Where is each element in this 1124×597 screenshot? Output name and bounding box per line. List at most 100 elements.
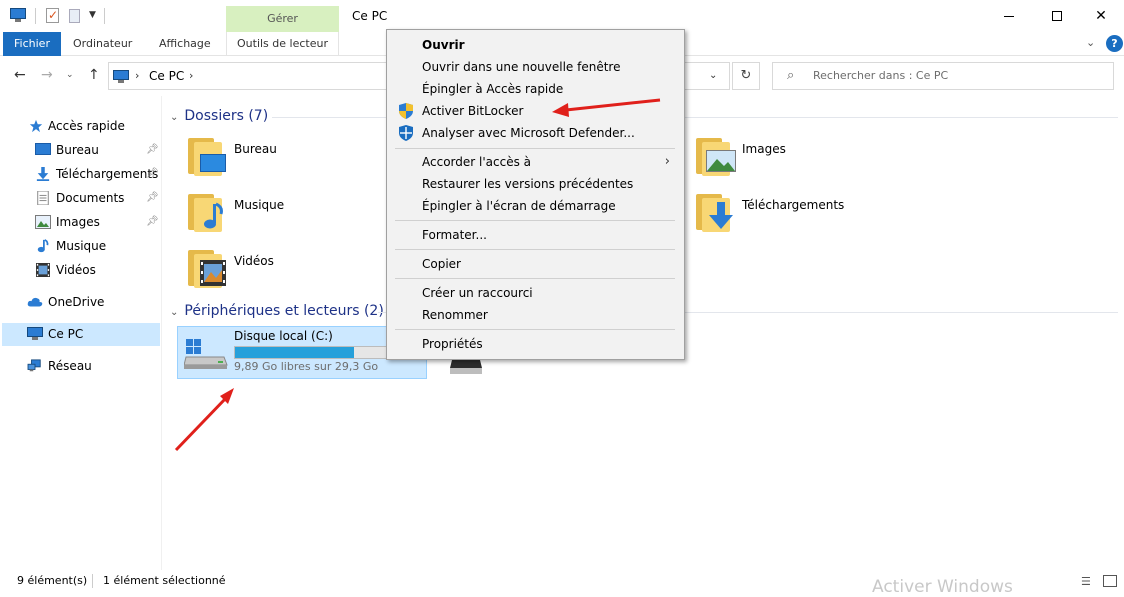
group-header-folders[interactable]: ⌄ Dossiers (7) (170, 106, 268, 126)
customize-toolbar-icon[interactable]: ▼ (89, 10, 96, 20)
submenu-arrow-icon: › (664, 154, 670, 169)
sidebar-item-onedrive[interactable]: OneDrive (2, 291, 160, 313)
annotation-arrow (174, 388, 234, 452)
menu-item-ouvrir-nouvelle-fenetre[interactable]: Ouvrir dans une nouvelle fenêtre (389, 56, 682, 78)
hard-drive-icon (184, 339, 228, 369)
up-arrow-icon[interactable]: ↑ (88, 67, 100, 83)
group-header-devices[interactable]: ⌄ Périphériques et lecteurs (2) (170, 301, 384, 321)
sidebar-item-documents[interactable]: Documents 📌︎ (2, 187, 160, 209)
folder-label[interactable]: Vidéos (234, 254, 274, 268)
pin-icon[interactable]: 📌︎ (146, 139, 159, 161)
tab-ordinateur[interactable]: Ordinateur (73, 32, 132, 56)
search-placeholder: Rechercher dans : Ce PC (813, 69, 949, 82)
sidebar-item-label: Vidéos (56, 263, 96, 277)
folder-label[interactable]: Téléchargements (742, 198, 844, 212)
drive-usage-fill (235, 347, 354, 358)
refresh-icon: ↻ (740, 68, 752, 83)
sidebar-item-label: OneDrive (48, 295, 105, 309)
divider (35, 8, 36, 24)
pin-icon[interactable]: 📌︎ (146, 187, 159, 209)
sidebar-item-telechargements[interactable]: Téléchargements 📌︎ (2, 163, 160, 185)
address-dropdown-icon[interactable]: ⌄ (709, 70, 717, 81)
sidebar-item-reseau[interactable]: Réseau (2, 355, 160, 377)
this-pc-icon (113, 70, 129, 83)
menu-item-formater[interactable]: Formater... (389, 224, 682, 246)
menu-item-renommer[interactable]: Renommer (389, 304, 682, 326)
group-title: Périphériques et lecteurs (2) (184, 303, 384, 319)
folder-videos-icon[interactable] (186, 248, 230, 288)
menu-separator (395, 220, 675, 221)
folder-bureau-icon[interactable] (186, 136, 230, 176)
sidebar-item-musique[interactable]: Musique (2, 235, 160, 257)
menu-item-proprietes[interactable]: Propriétés (389, 333, 682, 355)
drive-name: Disque local (C:) (234, 329, 333, 343)
context-menu: Ouvrir Ouvrir dans une nouvelle fenêtre … (386, 29, 685, 360)
folder-telechargements-icon[interactable] (694, 192, 738, 232)
minimize-button[interactable] (986, 0, 1032, 32)
chevron-down-icon: ⌄ (170, 307, 179, 318)
tab-outils-de-lecteur[interactable]: Outils de lecteur (226, 32, 339, 56)
minimize-icon (1004, 16, 1014, 17)
menu-item-analyser-defender[interactable]: Analyser avec Microsoft Defender... (389, 122, 682, 144)
title-bar: ✓ ▼ Gérer Ce PC ✕ (0, 0, 1124, 32)
sidebar-item-videos[interactable]: Vidéos (2, 259, 160, 281)
menu-item-restaurer-versions[interactable]: Restaurer les versions précédentes (389, 173, 682, 195)
menu-separator (395, 249, 675, 250)
maximize-icon (1052, 11, 1062, 21)
divider (92, 574, 93, 588)
menu-item-accorder-acces[interactable]: Accorder l'accès à › (389, 151, 682, 173)
back-arrow-icon[interactable]: ← (14, 67, 26, 83)
sidebar-item-ce-pc[interactable]: Ce PC (2, 323, 160, 346)
contextual-tab-gerer: Gérer (226, 6, 339, 32)
folder-musique-icon[interactable] (186, 192, 230, 232)
drive-icon[interactable] (450, 360, 482, 376)
search-input[interactable]: ⌕ Rechercher dans : Ce PC (772, 62, 1114, 90)
pin-icon[interactable]: 📌︎ (146, 163, 159, 185)
close-button[interactable]: ✕ (1078, 0, 1124, 32)
drive-free-space: 9,89 Go libres sur 29,3 Go (234, 360, 379, 373)
tab-affichage[interactable]: Affichage (159, 32, 211, 56)
menu-item-copier[interactable]: Copier (389, 253, 682, 275)
breadcrumb-chevron-icon[interactable]: › (135, 69, 139, 82)
music-icon (37, 239, 49, 253)
refresh-button[interactable]: ↻ (732, 62, 760, 90)
this-pc-icon[interactable] (10, 8, 26, 22)
search-icon: ⌕ (787, 68, 795, 83)
folder-label[interactable]: Images (742, 142, 786, 156)
menu-item-epingler-demarrage[interactable]: Épingler à l'écran de démarrage (389, 195, 682, 217)
star-icon (29, 119, 43, 133)
breadcrumb-chevron-icon[interactable]: › (189, 69, 193, 82)
maximize-button[interactable] (1034, 0, 1080, 32)
forward-arrow-icon[interactable]: → (41, 67, 53, 83)
folder-label[interactable]: Musique (234, 198, 284, 212)
divider (104, 8, 105, 24)
recent-locations-icon[interactable]: ⌄ (66, 70, 74, 80)
pin-icon[interactable]: 📌︎ (146, 211, 159, 233)
expand-ribbon-icon[interactable]: ⌄ (1086, 36, 1095, 49)
menu-item-ouvrir[interactable]: Ouvrir (389, 34, 682, 56)
desktop-icon (35, 143, 51, 155)
sidebar-item-images[interactable]: Images 📌︎ (2, 211, 160, 233)
folder-images-icon[interactable] (694, 136, 738, 176)
properties-icon[interactable]: ✓ (45, 8, 61, 23)
network-icon (27, 359, 41, 372)
sidebar-item-label: Téléchargements (56, 167, 159, 181)
new-folder-icon[interactable] (68, 8, 84, 23)
uac-shield-icon (399, 103, 413, 119)
menu-separator (395, 278, 675, 279)
sidebar-item-quick-access[interactable]: Accès rapide (2, 115, 160, 137)
breadcrumb[interactable]: Ce PC (149, 69, 184, 83)
sidebar-item-bureau[interactable]: Bureau 📌︎ (2, 139, 160, 161)
videos-icon (36, 263, 50, 277)
sidebar-item-label: Bureau (56, 143, 99, 157)
defender-shield-icon (399, 125, 413, 141)
folder-label[interactable]: Bureau (234, 142, 277, 156)
help-icon[interactable]: ? (1106, 35, 1123, 52)
pictures-icon (35, 215, 51, 229)
menu-item-creer-raccourci[interactable]: Créer un raccourci (389, 282, 682, 304)
item-count: 9 élément(s) (17, 574, 88, 587)
large-icons-view-icon[interactable] (1103, 575, 1117, 587)
details-view-icon[interactable]: ☰ (1081, 575, 1091, 588)
menu-separator (395, 329, 675, 330)
tab-fichier[interactable]: Fichier (3, 32, 61, 56)
